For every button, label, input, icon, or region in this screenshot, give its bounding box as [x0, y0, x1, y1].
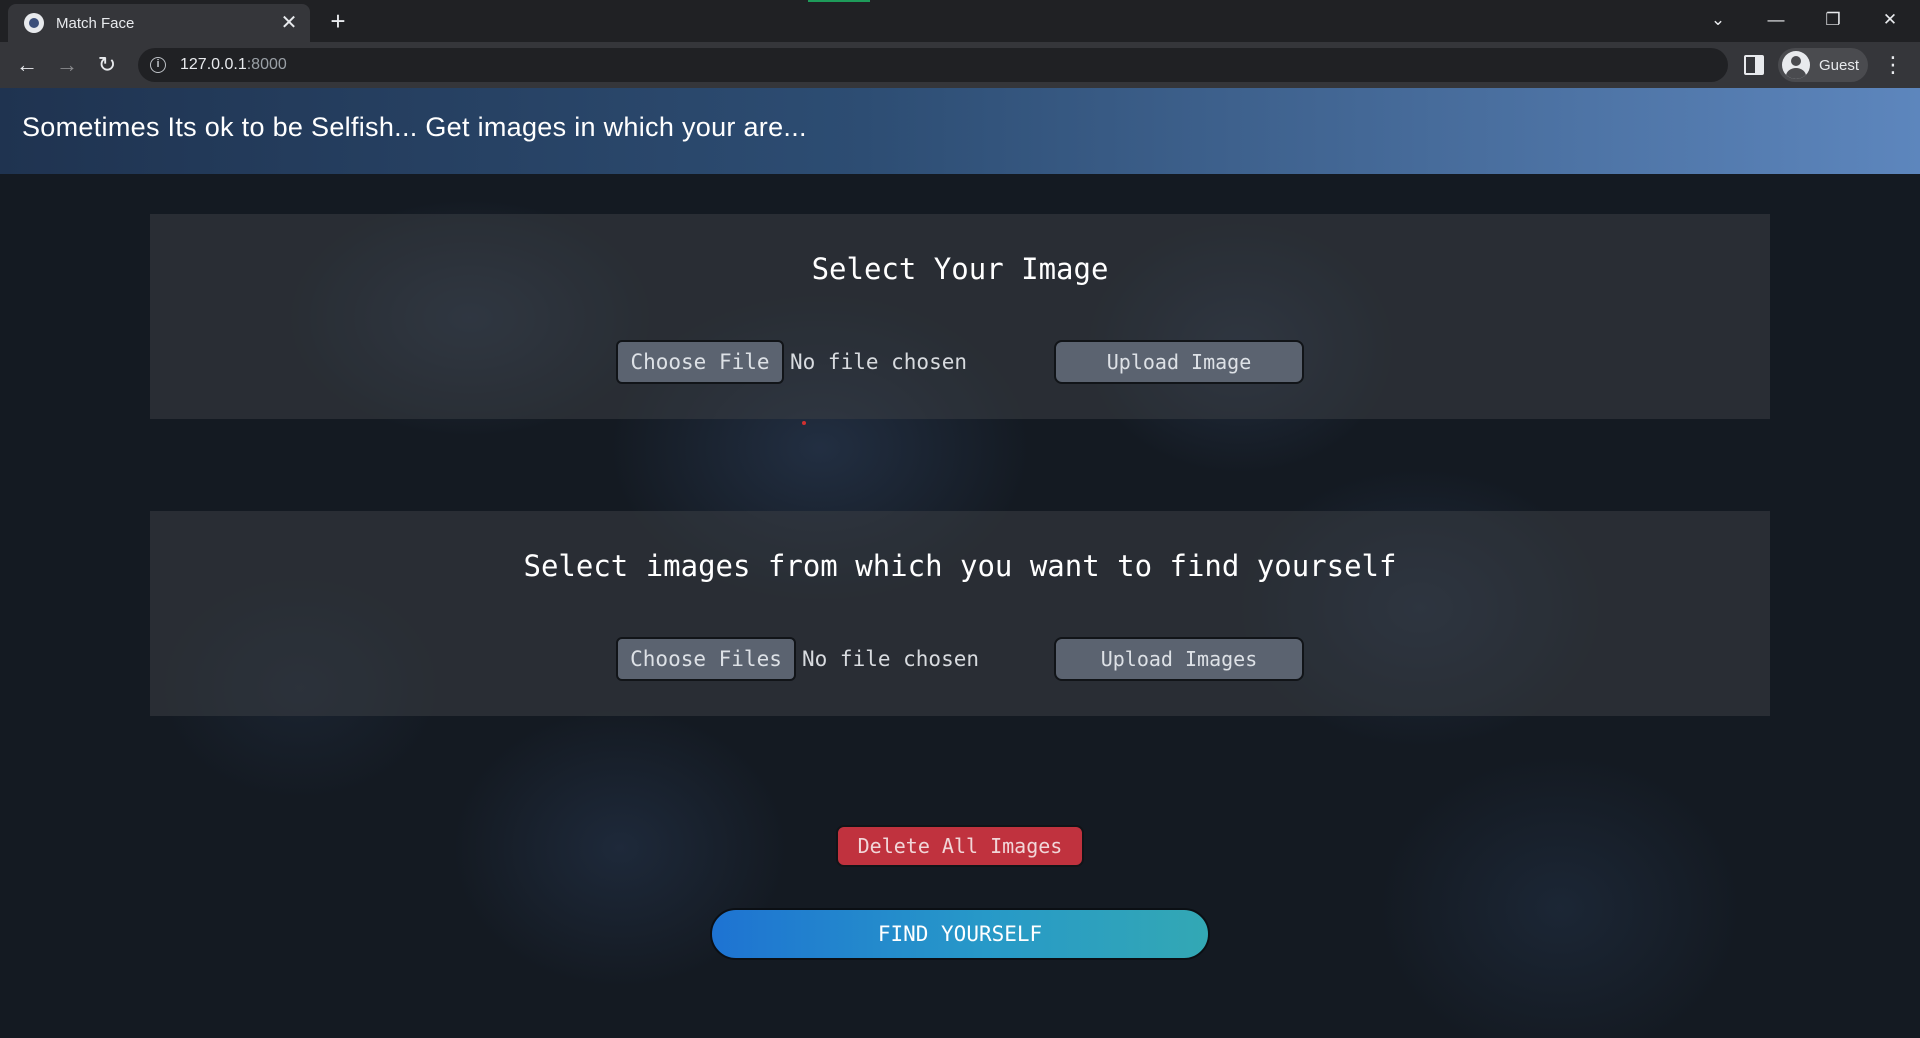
browser-menu-icon[interactable]: ⋮ — [1880, 50, 1906, 80]
profile-label: Guest — [1819, 56, 1860, 74]
multi-upload-title: Select images from which you want to fin… — [523, 549, 1397, 583]
loading-indicator — [808, 0, 870, 2]
delete-all-images-button[interactable]: Delete All Images — [836, 825, 1084, 867]
address-bar[interactable]: i 127.0.0.1:8000 — [138, 48, 1728, 82]
browser-tab[interactable]: Match Face ✕ — [8, 4, 310, 42]
choose-file-button[interactable]: Choose File — [616, 340, 784, 384]
minimize-button[interactable]: — — [1758, 6, 1794, 34]
single-image-upload-card: Select Your Image Choose File No file ch… — [150, 214, 1770, 419]
choose-files-button[interactable]: Choose Files — [616, 637, 796, 681]
browser-toolbar: ← → ↻ i 127.0.0.1:8000 Guest ⋮ — [0, 42, 1920, 88]
site-info-icon[interactable]: i — [150, 57, 166, 73]
url-host: 127.0.0.1 — [180, 56, 247, 73]
forward-button[interactable]: → — [52, 50, 82, 80]
tab-strip: Match Face ✕ + ⌄ — ❐ ✕ — [0, 0, 1920, 42]
guest-avatar-icon — [1782, 51, 1810, 79]
new-tab-button[interactable]: + — [324, 8, 352, 36]
side-panel-icon[interactable] — [1744, 55, 1764, 75]
url-port: :8000 — [246, 56, 287, 73]
file-status-text: No file chosen — [790, 350, 968, 374]
window-close-button[interactable]: ✕ — [1872, 6, 1908, 34]
match-face-favicon-icon — [24, 13, 44, 33]
single-upload-title: Select Your Image — [811, 252, 1109, 286]
find-yourself-button[interactable]: FIND YOURSELF — [710, 908, 1210, 960]
back-button[interactable]: ← — [12, 50, 42, 80]
tab-search-icon[interactable]: ⌄ — [1700, 6, 1736, 34]
files-status-text: No file chosen — [802, 647, 980, 671]
cursor-dot — [802, 421, 806, 425]
restore-button[interactable]: ❐ — [1815, 6, 1851, 34]
page-viewport: Sometimes Its ok to be Selfish... Get im… — [0, 88, 1920, 1038]
page-title: Sometimes Its ok to be Selfish... Get im… — [22, 112, 807, 142]
reload-button[interactable]: ↻ — [92, 50, 122, 80]
multi-image-upload-card: Select images from which you want to fin… — [150, 511, 1770, 716]
header-banner: Sometimes Its ok to be Selfish... Get im… — [0, 88, 1920, 174]
tab-title: Match Face — [56, 14, 135, 32]
upload-images-button[interactable]: Upload Images — [1054, 637, 1304, 681]
profile-button[interactable]: Guest — [1778, 48, 1868, 82]
upload-image-button[interactable]: Upload Image — [1054, 340, 1304, 384]
tab-close-icon[interactable]: ✕ — [278, 12, 300, 34]
url-text: 127.0.0.1:8000 — [180, 56, 287, 74]
